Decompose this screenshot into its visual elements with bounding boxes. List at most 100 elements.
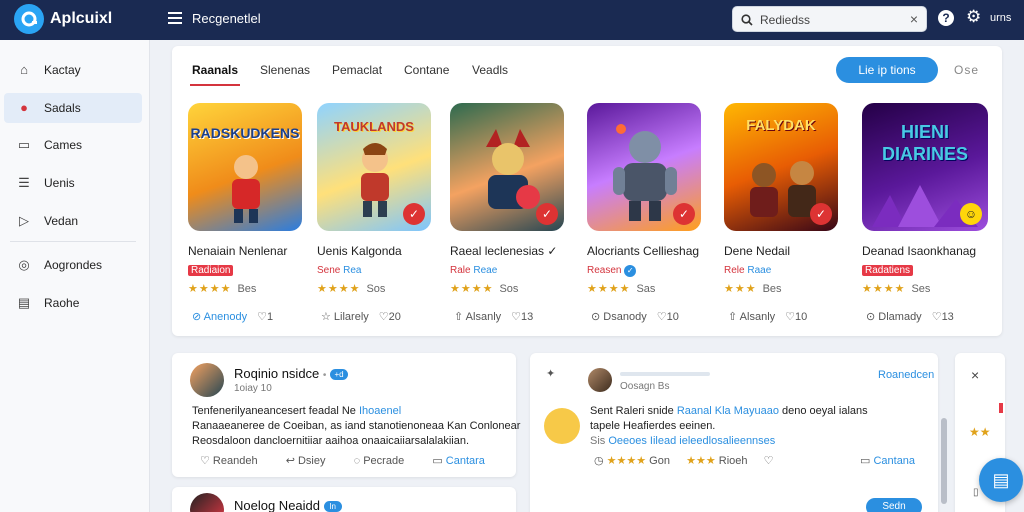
game-card[interactable]: FALYDAK ✓ Dene Nedail Rele Raae ★★★ Bes ⇧… <box>724 103 842 333</box>
sidebar-item-explore[interactable]: ◎ Aogrondes <box>4 250 142 280</box>
tag-label-secondary: Reae <box>473 265 498 276</box>
message-icon[interactable]: ▭ <box>432 455 445 467</box>
post-author[interactable]: Roqinio nsidce • +d <box>234 366 349 381</box>
action-label[interactable]: Dlamady <box>878 311 921 323</box>
tab-2[interactable]: Pemaclat <box>332 63 382 77</box>
star-rating-icon: ★★★★ <box>450 283 494 295</box>
like-icon[interactable]: ♡ <box>257 311 267 323</box>
bot-avatar-icon <box>544 408 580 444</box>
reply-icon[interactable]: ↩ <box>286 455 298 467</box>
tab-3[interactable]: Contane <box>404 63 449 77</box>
like-icon[interactable]: ♡ <box>511 311 521 323</box>
game-thumbnail[interactable]: TAUKLANDS ✓ <box>317 103 431 231</box>
sidebar-item-videos[interactable]: ▷ Vedan <box>4 206 142 236</box>
game-thumbnail[interactable]: ✓ <box>450 103 564 231</box>
favorite-badge-icon[interactable]: ✓ <box>673 203 695 225</box>
action-label[interactable]: Lilarely <box>334 311 369 323</box>
game-thumbnail[interactable]: FALYDAK ✓ <box>724 103 838 231</box>
send-button[interactable]: Sedn <box>866 498 922 512</box>
like-label[interactable]: Reandeh <box>213 455 258 467</box>
game-card[interactable]: ✓ Raeal leclenesias ✓ Rale Reae ★★★★ Sos … <box>450 103 568 333</box>
game-actions: ⊙ Dsanody ♡10 <box>591 310 679 323</box>
like-icon[interactable]: ♡ <box>200 455 213 467</box>
post-link[interactable]: Raanal Kla Mayuaao <box>677 405 779 417</box>
tab-1[interactable]: Slenenas <box>260 63 310 77</box>
tab-0[interactable]: Raanals <box>192 63 238 77</box>
game-card[interactable]: RADSKUDKENS Nenaiain Nenlenar Radiaion ★… <box>188 103 306 333</box>
header-link[interactable]: Roanedcen <box>878 369 934 381</box>
verified-icon: ✓ <box>547 244 558 258</box>
close-icon[interactable]: × <box>971 367 979 383</box>
sidebar-item-lists[interactable]: ☰ Uenis <box>4 168 142 198</box>
action-label[interactable]: Anenody <box>204 311 247 323</box>
sidebar-item-home[interactable]: ⌂ Kactay <box>4 55 142 85</box>
character-badge-icon[interactable]: ☺ <box>960 203 982 225</box>
action-label[interactable]: Dsanody <box>603 311 646 323</box>
bookmark-icon[interactable]: ⊙ <box>866 311 878 323</box>
game-card[interactable]: ✓ Alocriants Cellieshag Reasen ✓ ★★★★ Sas… <box>587 103 705 333</box>
game-thumbnail[interactable]: RADSKUDKENS <box>188 103 302 231</box>
share-icon[interactable]: ⇧ <box>728 311 740 323</box>
sidebar-item-trending[interactable]: ● Sadals <box>4 93 142 123</box>
avatar[interactable] <box>190 363 224 397</box>
share-icon[interactable]: ⊘ <box>192 311 204 323</box>
post-card: Roqinio nsidce • +d 1oiay 10 Tenfenerily… <box>172 353 520 477</box>
tab-4[interactable]: Veadls <box>472 63 508 77</box>
share-icon[interactable]: ⇧ <box>454 311 466 323</box>
compose-fab-icon[interactable]: ▤ <box>979 458 1023 502</box>
favorite-badge-icon[interactable]: ✓ <box>536 203 558 225</box>
verified-icon: ✓ <box>624 265 637 277</box>
app-logo-icon[interactable] <box>14 4 44 34</box>
sidebar-item-reports[interactable]: ▤ Raohe <box>4 288 142 318</box>
gamepad-icon: ▭ <box>17 137 31 152</box>
comment-label[interactable]: Pecrade <box>363 455 404 467</box>
game-card[interactable]: TAUKLANDS ✓ Uenis Kalgonda Sene Rea ★★★★… <box>317 103 435 333</box>
avatar[interactable] <box>588 368 612 392</box>
gear-icon[interactable]: ⚙ <box>966 7 981 27</box>
action-label[interactable]: Alsanly <box>740 311 775 323</box>
game-card[interactable]: HIENI DIARINES ☺ Deanad Isaonkhanag Rada… <box>862 103 988 333</box>
bookmark-icon[interactable]: ⊙ <box>591 311 603 323</box>
contact-action[interactable]: ▭ Cantana <box>860 454 915 467</box>
like-count: 10 <box>666 311 679 323</box>
rating-label-a: Gon <box>649 455 670 467</box>
phone-icon[interactable]: ▯ <box>973 487 979 498</box>
more-button[interactable]: Ose <box>954 63 979 77</box>
search-icon <box>741 13 753 31</box>
contact-label[interactable]: Cantara <box>446 455 485 467</box>
clear-icon[interactable]: × <box>910 11 918 27</box>
like-icon[interactable]: ♡ <box>657 311 667 323</box>
message-icon[interactable]: ▭ <box>860 455 873 467</box>
contact-label[interactable]: Cantana <box>873 455 915 467</box>
user-menu[interactable]: urns <box>990 12 1011 24</box>
pin-icon[interactable]: ☆ <box>321 311 334 323</box>
favorite-badge-icon[interactable]: ✓ <box>810 203 832 225</box>
like-count: 10 <box>795 311 808 323</box>
primary-action-button[interactable]: Lie ip tions <box>836 57 938 83</box>
tag-label: Rele <box>724 265 745 276</box>
reply-label[interactable]: Dsiey <box>298 455 326 467</box>
scrollbar[interactable] <box>941 418 947 504</box>
avatar[interactable] <box>190 493 224 512</box>
help-icon[interactable]: ? <box>938 10 954 26</box>
heart-icon[interactable]: ♡ <box>764 455 774 467</box>
globe-icon: ◎ <box>18 257 30 272</box>
game-thumbnail[interactable]: HIENI DIARINES ☺ <box>862 103 988 231</box>
search-input[interactable]: Rediedss × <box>732 6 927 32</box>
favorite-badge-icon[interactable]: ✓ <box>403 203 425 225</box>
game-thumbnail[interactable]: ✓ <box>587 103 701 231</box>
comment-icon[interactable]: ◌ <box>354 455 364 467</box>
menu-icon[interactable] <box>168 12 182 24</box>
action-label[interactable]: Alsanly <box>466 311 501 323</box>
sidebar-item-games[interactable]: ▭ Cames <box>4 130 142 160</box>
post-link[interactable]: Ihoaenel <box>359 405 401 417</box>
post-author[interactable]: Noelog Neaidd In <box>234 498 342 512</box>
pin-icon[interactable]: ✦ <box>546 367 555 380</box>
indicator-bar <box>999 403 1003 413</box>
like-count: 13 <box>521 311 534 323</box>
like-icon[interactable]: ♡ <box>379 311 389 323</box>
like-icon[interactable]: ♡ <box>785 311 795 323</box>
rating-count: Sas <box>636 283 656 295</box>
like-icon[interactable]: ♡ <box>932 311 942 323</box>
post-body-line-3: Reosdaloon dancloernitiiar aaihoa onaaic… <box>192 435 470 447</box>
